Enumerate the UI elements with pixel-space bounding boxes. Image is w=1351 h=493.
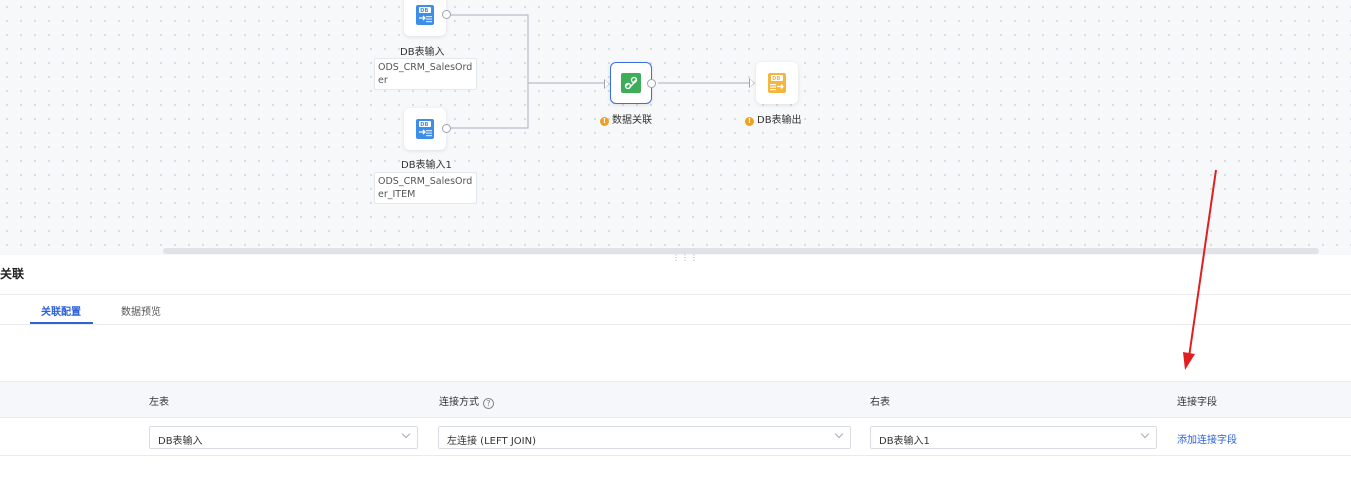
db-input-icon: DB (416, 119, 434, 139)
right-table-value: DB表输入1 (879, 436, 930, 447)
output-port[interactable] (442, 10, 451, 19)
column-header-join-field: 连接字段 (1177, 397, 1217, 408)
column-header-left-table: 左表 (149, 397, 169, 408)
input-port[interactable] (749, 78, 755, 88)
node-label: DB表输入 (400, 47, 445, 58)
panel-title: 关联 (0, 267, 25, 281)
output-port[interactable] (647, 79, 656, 88)
panel-resize-handle[interactable]: ⋮⋮⋮ (672, 253, 699, 262)
left-table-value: DB表输入 (158, 436, 203, 447)
divider (0, 324, 1351, 325)
flow-canvas[interactable]: DB DB表输入 ODS_CRM_SalesOrder DB DB表输入1 OD… (0, 0, 1351, 255)
data-join-node[interactable] (604, 62, 656, 104)
warning-icon: ! (600, 117, 609, 126)
input-port[interactable] (604, 79, 610, 89)
join-type-select[interactable]: 左连接 (LEFT JOIN) (438, 426, 851, 449)
table-header (0, 381, 1351, 418)
node-table-name: ODS_CRM_SalesOrder (374, 58, 477, 90)
svg-text:DB: DB (420, 8, 428, 14)
right-table-select[interactable]: DB表输入1 (870, 426, 1157, 449)
db-output-icon: DB (768, 73, 786, 93)
table-row-divider (0, 455, 1351, 456)
db-input-node[interactable]: DB (404, 0, 451, 36)
column-header-right-table: 右表 (870, 397, 890, 408)
chevron-down-icon (834, 429, 844, 439)
svg-text:DB: DB (420, 122, 428, 128)
db-input-icon: DB (416, 5, 434, 25)
chevron-down-icon (1140, 429, 1150, 439)
canvas-horizontal-scrollbar[interactable] (163, 248, 1319, 254)
node-table-name: ODS_CRM_SalesOrder_ITEM (374, 172, 477, 204)
help-icon[interactable]: ? (483, 398, 494, 409)
tab-join-config[interactable]: 关联配置 (41, 303, 81, 318)
db-output-node[interactable]: DB (749, 62, 798, 104)
svg-text:DB: DB (772, 76, 780, 82)
db-input-node[interactable]: DB (404, 108, 451, 150)
add-join-field-link[interactable]: 添加连接字段 (1177, 431, 1237, 446)
column-header-join-type: 连接方式? (439, 393, 494, 409)
join-type-value: 左连接 (LEFT JOIN) (447, 436, 536, 447)
warning-icon: ! (745, 117, 754, 126)
node-label: ! DB表输出 (745, 111, 802, 126)
left-table-select[interactable]: DB表输入 (149, 426, 418, 449)
flow-edges (451, 14, 752, 129)
tab-data-preview[interactable]: 数据预览 (121, 303, 161, 318)
node-label: ! 数据关联 (600, 111, 652, 126)
node-label: DB表输入1 (401, 160, 452, 171)
divider (0, 294, 1351, 295)
chevron-down-icon (401, 429, 411, 439)
link-icon (621, 73, 641, 93)
output-port[interactable] (442, 124, 451, 133)
